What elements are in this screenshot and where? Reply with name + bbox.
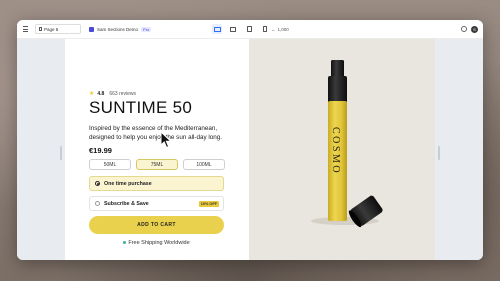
menu-icon[interactable]: [22, 20, 28, 38]
help-icon[interactable]: [461, 26, 467, 32]
radio-selected: [95, 181, 100, 186]
product-price: €19.99: [89, 146, 112, 155]
page-selector-label: Page 8: [44, 26, 59, 32]
mouse-cursor-icon: [160, 131, 173, 149]
product-page-preview: ★ 4.8 663 reviews SUNTIME 50 Inspired by…: [65, 39, 435, 260]
rating-value: 4.8: [97, 90, 105, 97]
page-selector[interactable]: Page 8: [35, 24, 81, 34]
document-icon: [39, 27, 42, 31]
product-bottle-illustration: COSMO: [311, 60, 383, 228]
bottle-brand-text: COSMO: [330, 127, 341, 175]
pro-badge: Pro: [141, 26, 152, 32]
site-name-label: Sam Sections Demo: [97, 26, 139, 32]
size-option-100ml[interactable]: 100ML: [183, 159, 225, 170]
add-to-cart-button[interactable]: ADD TO CART: [89, 216, 224, 234]
rating-row: ★ 4.8 663 reviews: [89, 90, 136, 98]
site-selector[interactable]: Sam Sections Demo Pro: [89, 20, 152, 38]
product-description: Inspired by the essence of the Mediterra…: [89, 125, 223, 141]
status-dot-icon: [123, 241, 127, 245]
desktop-view-button[interactable]: [212, 24, 222, 34]
avatar[interactable]: S: [471, 25, 478, 33]
editor-canvas: ★ 4.8 663 reviews SUNTIME 50 Inspired by…: [17, 39, 483, 260]
shipping-text: Free Shipping Worldwide: [128, 240, 190, 246]
size-option-75ml[interactable]: 75ML: [136, 159, 178, 170]
pump-collar: [328, 76, 347, 103]
product-image: COSMO: [249, 39, 435, 260]
tablet-view-button[interactable]: [244, 24, 254, 34]
review-count[interactable]: 663 reviews: [109, 91, 136, 97]
pump-top: [331, 60, 344, 78]
site-logo-icon: [89, 26, 94, 32]
laptop-view-button[interactable]: [228, 24, 238, 34]
editor-toolbar: Page 8 Sam Sections Demo Pro ↔ 1,000 S: [17, 20, 483, 39]
one-time-purchase-option[interactable]: One time purchase: [89, 176, 224, 191]
shipping-note: Free Shipping Worldwide: [89, 240, 224, 246]
editor-window: Page 8 Sam Sections Demo Pro ↔ 1,000 S ★…: [17, 20, 483, 260]
toolbar-right: S: [461, 20, 478, 38]
desktop-icon: [213, 26, 221, 32]
device-switcher: [212, 20, 270, 38]
resize-icon: ↔: [271, 26, 276, 32]
subscribe-save-option[interactable]: Subscribe & Save 10% OFF: [89, 196, 224, 211]
tablet-icon: [246, 26, 252, 32]
one-time-purchase-label: One time purchase: [104, 180, 152, 187]
discount-badge: 10% OFF: [198, 200, 219, 207]
mobile-icon: [263, 26, 267, 32]
mobile-view-button[interactable]: [260, 24, 270, 34]
radio-unselected: [95, 201, 100, 206]
laptop-icon: [230, 26, 236, 32]
product-info-column: ★ 4.8 663 reviews SUNTIME 50 Inspired by…: [65, 39, 249, 260]
product-title: SUNTIME 50: [89, 98, 193, 117]
left-resize-handle[interactable]: [60, 146, 62, 160]
viewport-width-value: 1,000: [277, 26, 289, 32]
size-option-50ml[interactable]: 50ML: [89, 159, 131, 170]
star-icon: ★: [89, 91, 95, 97]
viewport-width-control[interactable]: ↔ 1,000: [271, 20, 289, 38]
subscribe-save-label: Subscribe & Save: [104, 200, 149, 207]
right-resize-handle[interactable]: [438, 146, 440, 160]
size-selector: 50ML 75ML 100ML: [89, 159, 225, 170]
